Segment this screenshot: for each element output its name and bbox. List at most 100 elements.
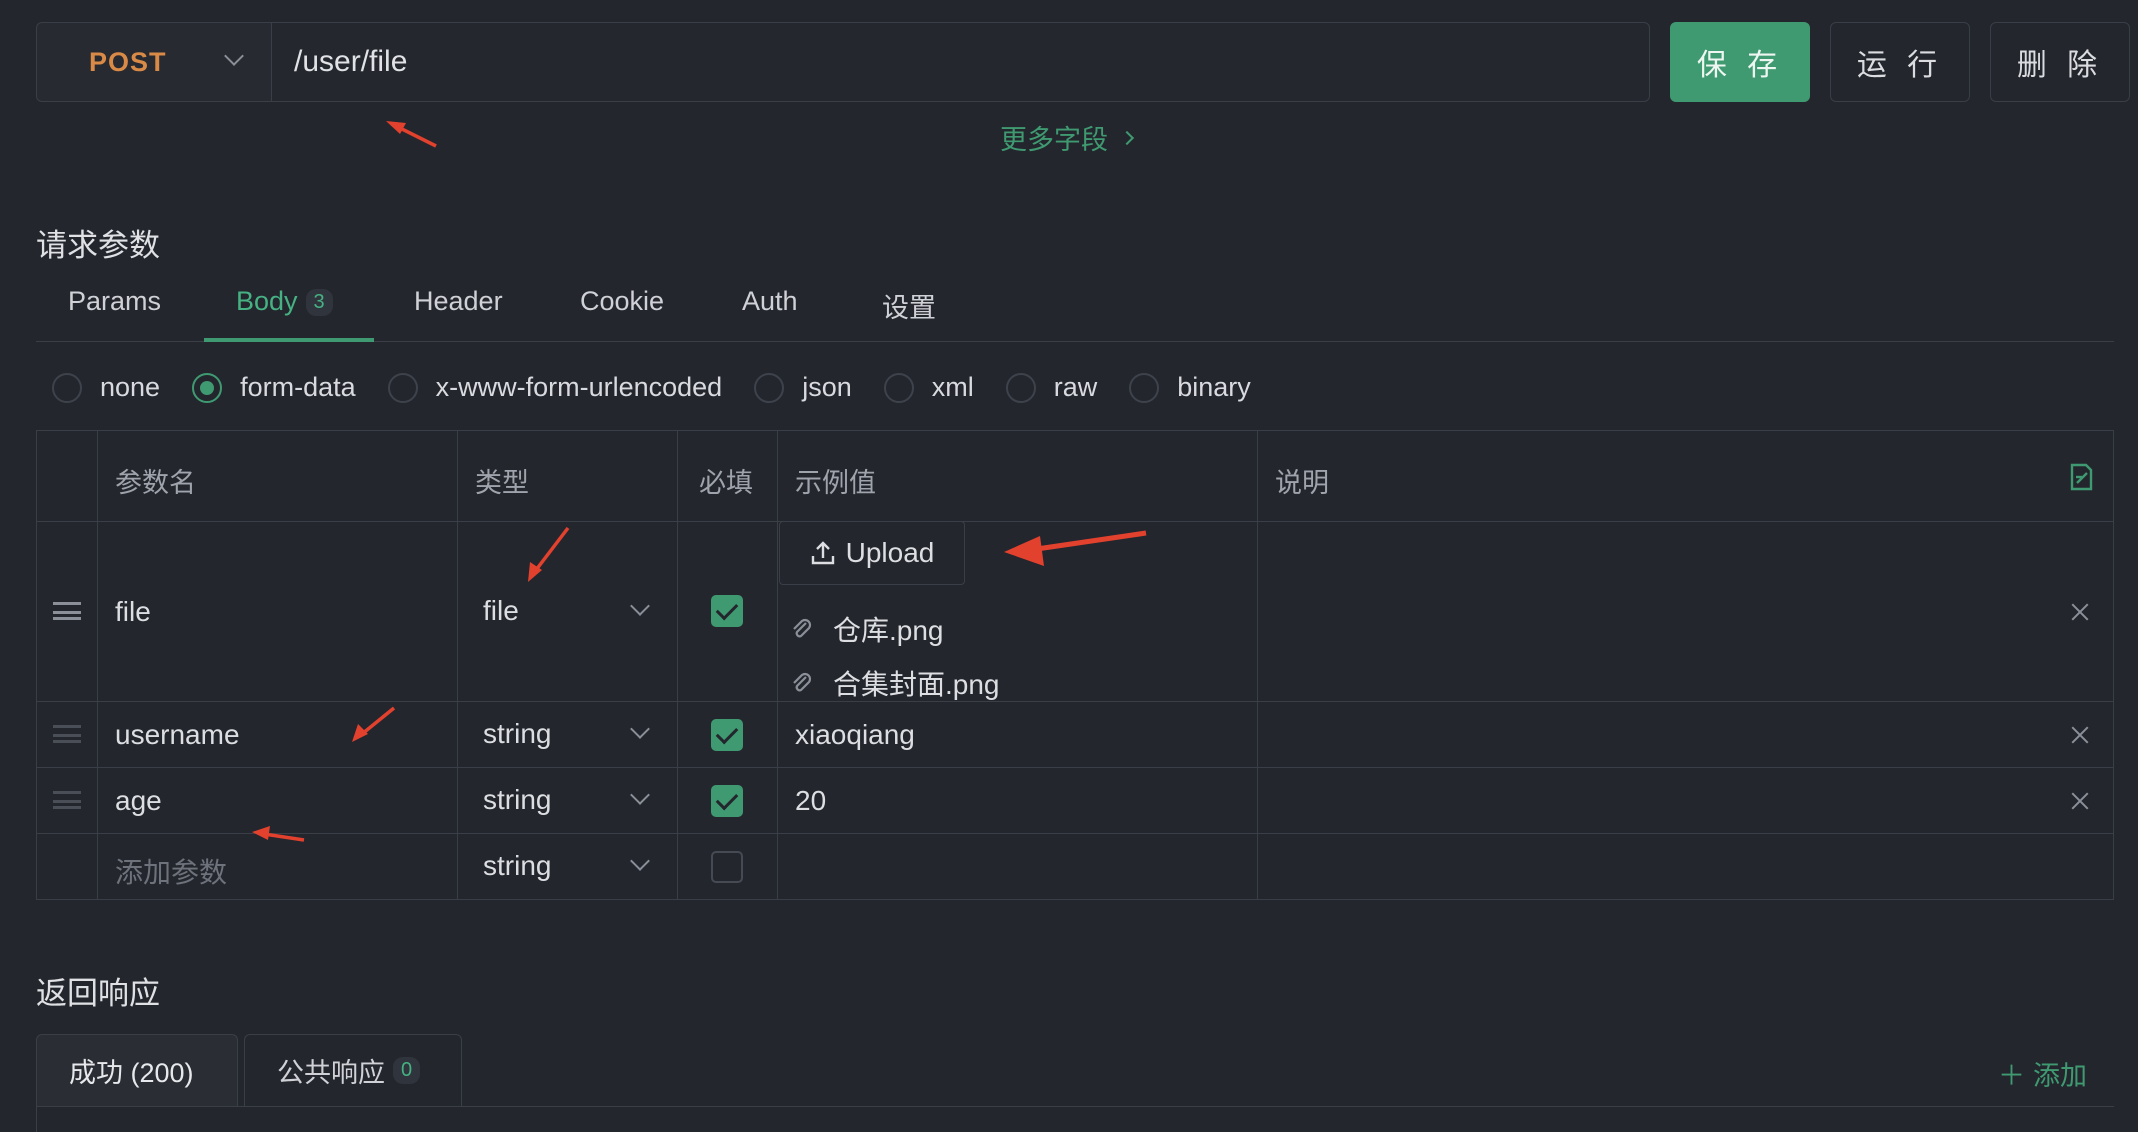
run-button[interactable]: 运 行 bbox=[1830, 22, 1970, 102]
save-button[interactable]: 保 存 bbox=[1670, 22, 1810, 102]
close-icon[interactable] bbox=[2069, 601, 2091, 623]
param-type-select[interactable]: string bbox=[483, 850, 551, 882]
example-value[interactable]: 20 bbox=[795, 785, 826, 817]
add-param-input[interactable]: 添加参数 bbox=[115, 851, 227, 891]
radio-json[interactable]: json bbox=[754, 372, 852, 403]
radio-circle bbox=[1005, 372, 1036, 403]
column-header-type: 类型 bbox=[475, 468, 529, 498]
response-tabs: 成功 (200) 公共响应 0 bbox=[36, 1034, 2114, 1132]
radio-raw[interactable]: raw bbox=[1005, 372, 1098, 403]
tab-body[interactable]: Body 3 bbox=[236, 286, 333, 317]
method-label: POST bbox=[89, 46, 167, 77]
uploaded-file-item[interactable]: 仓库.png bbox=[789, 609, 944, 649]
chevron-down-icon bbox=[630, 596, 650, 616]
paperclip-icon bbox=[793, 672, 812, 692]
section-title-response: 返回响应 bbox=[36, 976, 160, 1011]
tab-label: 公共响应 bbox=[277, 1058, 385, 1088]
column-divider bbox=[97, 431, 98, 899]
params-table: 参数名 类型 必填 示例值 说明 file file Upload 仓库.png bbox=[36, 430, 2114, 900]
radio-circle bbox=[52, 372, 82, 403]
tab-params[interactable]: Params bbox=[68, 286, 161, 317]
radio-label: xml bbox=[931, 372, 974, 402]
required-checkbox[interactable] bbox=[711, 719, 743, 751]
radio-label: x-www-form-urlencoded bbox=[435, 372, 723, 402]
active-tab-indicator bbox=[204, 338, 374, 342]
params-tabs: Params Body 3 Header Cookie Auth 设置 bbox=[36, 280, 2114, 342]
delete-button[interactable]: 删 除 bbox=[1990, 22, 2130, 102]
radio-xml[interactable]: xml bbox=[883, 372, 974, 403]
close-icon[interactable] bbox=[2069, 724, 2091, 746]
chevron-down-icon bbox=[630, 719, 650, 739]
column-header-example: 示例值 bbox=[795, 468, 876, 498]
example-value[interactable]: xiaoqiang bbox=[795, 719, 915, 751]
row-divider bbox=[37, 767, 2113, 768]
url-input[interactable]: /user/file bbox=[271, 22, 1650, 102]
chevron-down-icon bbox=[224, 46, 244, 66]
chevron-down-icon bbox=[630, 785, 650, 805]
tab-common-response[interactable]: 公共响应 0 bbox=[244, 1034, 462, 1106]
drag-handle-icon[interactable] bbox=[53, 791, 81, 809]
upload-button[interactable]: Upload bbox=[779, 521, 965, 585]
close-icon[interactable] bbox=[2069, 790, 2091, 812]
add-response-button[interactable]: ＋ 添加 bbox=[1998, 1054, 2087, 1093]
radio-label: raw bbox=[1053, 372, 1098, 402]
tab-auth[interactable]: Auth bbox=[742, 286, 798, 317]
drag-handle-icon[interactable] bbox=[53, 602, 81, 620]
file-name: 合集封面.png bbox=[833, 669, 1000, 700]
bulk-edit-icon[interactable] bbox=[2069, 463, 2095, 491]
radio-label: none bbox=[100, 372, 161, 402]
add-label: 添加 bbox=[2033, 1061, 2087, 1091]
radio-label: json bbox=[802, 372, 852, 402]
radio-x-www-form-urlencoded[interactable]: x-www-form-urlencoded bbox=[387, 372, 723, 403]
plus-icon: ＋ bbox=[1998, 1061, 2025, 1091]
more-fields-link[interactable]: 更多字段 bbox=[1000, 118, 1135, 157]
body-type-radio-group: none form-data x-www-form-urlencoded jso… bbox=[52, 372, 1283, 403]
upload-label: Upload bbox=[845, 537, 935, 568]
drag-handle-icon[interactable] bbox=[53, 725, 81, 743]
tab-settings[interactable]: 设置 bbox=[882, 286, 936, 325]
file-name: 仓库.png bbox=[833, 615, 944, 646]
column-divider bbox=[677, 431, 678, 899]
panel-border bbox=[36, 1107, 37, 1132]
column-header-required: 必填 bbox=[699, 468, 753, 498]
required-checkbox[interactable] bbox=[711, 785, 743, 817]
radio-binary[interactable]: binary bbox=[1129, 372, 1251, 403]
radio-circle bbox=[1129, 372, 1160, 403]
radio-circle-selected bbox=[192, 372, 223, 403]
tab-count-badge: 0 bbox=[393, 1057, 421, 1084]
paperclip-icon bbox=[793, 618, 812, 638]
param-type-select[interactable]: string bbox=[483, 784, 551, 816]
annotation-arrow bbox=[386, 121, 437, 148]
row-divider bbox=[37, 701, 2113, 702]
uploaded-file-item[interactable]: 合集封面.png bbox=[789, 663, 1000, 703]
tab-label: 成功 (200) bbox=[69, 1058, 194, 1088]
tab-success-200[interactable]: 成功 (200) bbox=[36, 1034, 238, 1106]
required-checkbox[interactable] bbox=[711, 595, 743, 627]
radio-label: form-data bbox=[240, 372, 356, 402]
more-fields-label: 更多字段 bbox=[1000, 125, 1108, 155]
tab-header[interactable]: Header bbox=[414, 286, 503, 317]
column-divider bbox=[1257, 431, 1258, 899]
radio-none[interactable]: none bbox=[52, 372, 160, 403]
method-select[interactable]: POST bbox=[36, 22, 272, 102]
tab-body-label: Body bbox=[236, 286, 298, 316]
required-checkbox[interactable] bbox=[711, 851, 743, 883]
radio-form-data[interactable]: form-data bbox=[192, 372, 356, 403]
row-divider bbox=[37, 521, 2113, 522]
row-divider bbox=[37, 833, 2113, 834]
tabs-divider bbox=[36, 1106, 2114, 1107]
column-header-description: 说明 bbox=[1275, 468, 1329, 498]
tab-cookie[interactable]: Cookie bbox=[580, 286, 664, 317]
column-header-name: 参数名 bbox=[115, 468, 196, 498]
column-divider bbox=[457, 431, 458, 899]
param-name[interactable]: username bbox=[115, 719, 240, 751]
chevron-right-icon bbox=[1119, 130, 1135, 145]
chevron-down-icon bbox=[630, 851, 650, 871]
param-type-select[interactable]: string bbox=[483, 718, 551, 750]
radio-label: binary bbox=[1177, 372, 1251, 402]
param-name[interactable]: file bbox=[115, 596, 151, 628]
param-name[interactable]: age bbox=[115, 785, 162, 817]
tab-body-count-badge: 3 bbox=[305, 289, 333, 317]
param-type-select[interactable]: file bbox=[483, 595, 519, 627]
section-title-params: 请求参数 bbox=[36, 228, 160, 263]
